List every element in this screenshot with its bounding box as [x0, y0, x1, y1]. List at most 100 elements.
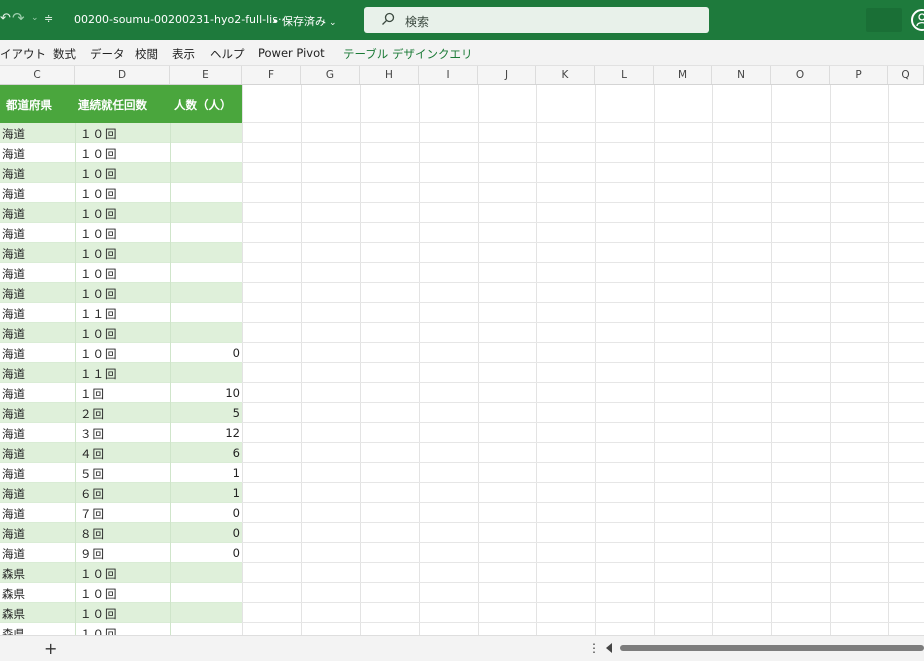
- cell-consecutive-terms[interactable]: ８回: [80, 526, 105, 542]
- undo-icon[interactable]: ↶: [0, 11, 11, 26]
- cell-prefecture[interactable]: 海道: [2, 286, 25, 302]
- cell-prefecture[interactable]: 海道: [2, 506, 25, 522]
- cell-consecutive-terms[interactable]: １０回: [80, 266, 118, 282]
- table-row[interactable]: 海道 １１回: [0, 303, 242, 323]
- cell-consecutive-terms[interactable]: １０回: [80, 226, 118, 242]
- cell-consecutive-terms[interactable]: ２回: [80, 406, 105, 422]
- table-row[interactable]: 海道 ５回 1: [0, 463, 242, 483]
- column-header-m[interactable]: M: [654, 66, 712, 84]
- document-title[interactable]: 00200-soumu-00200231-hyo2-full-lis···: [74, 13, 288, 26]
- cell-count[interactable]: 10: [225, 386, 240, 400]
- column-header-h[interactable]: H: [360, 66, 419, 84]
- cell-consecutive-terms[interactable]: １０回: [80, 166, 118, 182]
- cell-count[interactable]: 0: [233, 546, 240, 560]
- cell-prefecture[interactable]: 森県: [2, 606, 25, 622]
- table-row[interactable]: 海道 ６回 1: [0, 483, 242, 503]
- table-row[interactable]: 海道 １０回: [0, 203, 242, 223]
- table-row[interactable]: 海道 １０回: [0, 283, 242, 303]
- cell-prefecture[interactable]: 海道: [2, 446, 25, 462]
- header-prefecture[interactable]: 都道府県: [6, 97, 52, 113]
- cell-count[interactable]: 1: [233, 486, 240, 500]
- table-row[interactable]: 海道 ３回 12: [0, 423, 242, 443]
- column-header-f[interactable]: F: [242, 66, 301, 84]
- cell-consecutive-terms[interactable]: １０回: [80, 146, 118, 162]
- cell-prefecture[interactable]: 海道: [2, 526, 25, 542]
- cell-consecutive-terms[interactable]: １０回: [80, 346, 118, 362]
- column-header-e[interactable]: E: [170, 66, 242, 84]
- cell-consecutive-terms[interactable]: ６回: [80, 486, 105, 502]
- cell-prefecture[interactable]: 海道: [2, 186, 25, 202]
- cell-consecutive-terms[interactable]: １０回: [80, 326, 118, 342]
- column-header-o[interactable]: O: [771, 66, 830, 84]
- table-row[interactable]: 海道 ４回 6: [0, 443, 242, 463]
- table-row[interactable]: 海道 １０回: [0, 143, 242, 163]
- table-row[interactable]: 森県 １０回: [0, 623, 242, 635]
- cell-consecutive-terms[interactable]: ５回: [80, 466, 105, 482]
- cell-prefecture[interactable]: 海道: [2, 266, 25, 282]
- column-header-q[interactable]: Q: [888, 66, 924, 84]
- worksheet-grid[interactable]: 都道府県 連続就任回数 人数（人） 海道 １０回 海道 １０回 海道 １０回 海道 １０回 海道…: [0, 85, 924, 635]
- tab-view[interactable]: 表示: [172, 46, 195, 62]
- tab-help[interactable]: ヘルプ: [210, 46, 245, 62]
- cell-count[interactable]: 5: [233, 406, 240, 420]
- cell-count[interactable]: 1: [233, 466, 240, 480]
- cell-consecutive-terms[interactable]: １０回: [80, 186, 118, 202]
- cell-prefecture[interactable]: 海道: [2, 226, 25, 242]
- cell-prefecture[interactable]: 海道: [2, 406, 25, 422]
- cell-prefecture[interactable]: 海道: [2, 386, 25, 402]
- scroll-left-icon[interactable]: [606, 643, 612, 653]
- column-header-l[interactable]: L: [595, 66, 654, 84]
- cell-prefecture[interactable]: 森県: [2, 586, 25, 602]
- table-row[interactable]: 森県 １０回: [0, 563, 242, 583]
- cell-consecutive-terms[interactable]: １０回: [80, 566, 118, 582]
- table-row[interactable]: 海道 １０回: [0, 323, 242, 343]
- cell-count[interactable]: 0: [233, 346, 240, 360]
- column-header-k[interactable]: K: [536, 66, 595, 84]
- header-count[interactable]: 人数（人）: [174, 97, 232, 113]
- table-row[interactable]: 海道 １０回: [0, 223, 242, 243]
- table-row[interactable]: 海道 １０回: [0, 183, 242, 203]
- toolbar-button[interactable]: [866, 8, 902, 32]
- save-status[interactable]: • 保存済み ⌄: [272, 13, 337, 29]
- cell-prefecture[interactable]: 海道: [2, 166, 25, 182]
- header-consecutive-terms[interactable]: 連続就任回数: [78, 97, 147, 113]
- search-box[interactable]: 検索: [364, 7, 709, 33]
- cell-consecutive-terms[interactable]: ７回: [80, 506, 105, 522]
- horizontal-scrollbar-thumb[interactable]: [620, 645, 924, 651]
- cell-prefecture[interactable]: 海道: [2, 326, 25, 342]
- column-header-c[interactable]: C: [0, 66, 75, 84]
- cell-prefecture[interactable]: 森県: [2, 626, 25, 635]
- cell-consecutive-terms[interactable]: １０回: [80, 606, 118, 622]
- table-row[interactable]: 海道 １１回: [0, 363, 242, 383]
- cell-consecutive-terms[interactable]: １１回: [80, 366, 118, 382]
- table-row[interactable]: 海道 ７回 0: [0, 503, 242, 523]
- table-row[interactable]: 海道 ８回 0: [0, 523, 242, 543]
- cell-consecutive-terms[interactable]: ３回: [80, 426, 105, 442]
- cell-consecutive-terms[interactable]: １０回: [80, 586, 118, 602]
- redo-icon[interactable]: ↷: [12, 9, 25, 27]
- cell-consecutive-terms[interactable]: １０回: [80, 206, 118, 222]
- tab-query[interactable]: クエリ: [438, 46, 473, 62]
- tab-table-design[interactable]: テーブル デザイン: [343, 46, 438, 62]
- cell-prefecture[interactable]: 海道: [2, 486, 25, 502]
- cell-count[interactable]: 0: [233, 506, 240, 520]
- column-header-g[interactable]: G: [301, 66, 360, 84]
- tab-power-pivot[interactable]: Power Pivot: [258, 46, 325, 60]
- cell-consecutive-terms[interactable]: １０回: [80, 286, 118, 302]
- cell-count[interactable]: 6: [233, 446, 240, 460]
- tab-review[interactable]: 校閲: [135, 46, 158, 62]
- table-row[interactable]: 海道 ９回 0: [0, 543, 242, 563]
- cell-prefecture[interactable]: 海道: [2, 206, 25, 222]
- account-icon[interactable]: [911, 9, 924, 31]
- cell-prefecture[interactable]: 海道: [2, 426, 25, 442]
- cell-count[interactable]: 12: [225, 426, 240, 440]
- table-row[interactable]: 海道 １０回 0: [0, 343, 242, 363]
- cell-consecutive-terms[interactable]: １回: [80, 386, 105, 402]
- cell-consecutive-terms[interactable]: ９回: [80, 546, 105, 562]
- table-row[interactable]: 森県 １０回: [0, 603, 242, 623]
- column-header-p[interactable]: P: [830, 66, 888, 84]
- cell-prefecture[interactable]: 海道: [2, 146, 25, 162]
- column-header-i[interactable]: I: [419, 66, 478, 84]
- tab-page-layout[interactable]: イアウト: [0, 46, 46, 62]
- table-row[interactable]: 海道 １０回: [0, 263, 242, 283]
